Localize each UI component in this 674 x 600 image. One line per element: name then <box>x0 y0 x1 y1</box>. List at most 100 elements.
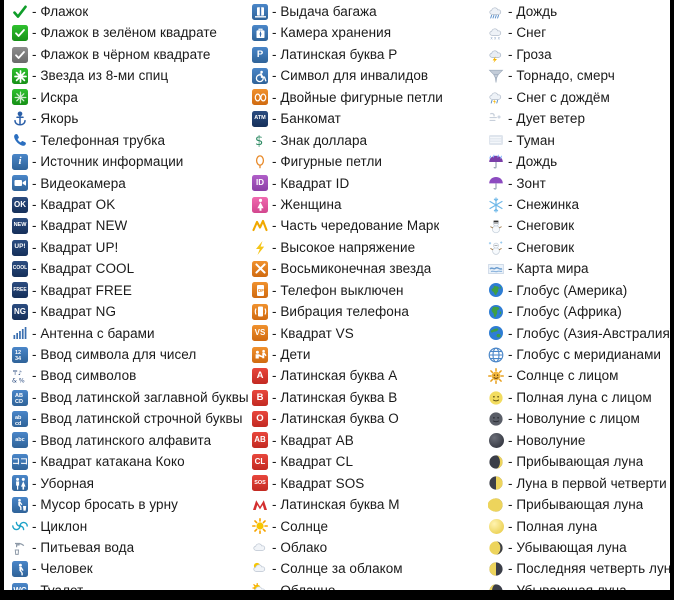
emoji-row: - Прибывающая луна <box>486 494 670 515</box>
emoji-row: - Туман <box>486 130 670 151</box>
emoji-label: - Выдача багажа <box>272 4 377 19</box>
circled-m-icon <box>250 496 270 514</box>
emoji-label: - Латинская буква P <box>272 46 398 62</box>
emoji-label: - Латинская буква M <box>272 497 400 513</box>
emoji-label: - Туман <box>508 132 555 148</box>
emoji-label: - Латинская буква O <box>272 411 399 427</box>
waning-gibbous-moon-icon <box>486 539 506 557</box>
emoji-label: - Снежинка <box>508 196 580 212</box>
emoji-label: - Часть чередование Марк <box>272 218 440 234</box>
emoji-row: - Глобус (Азия-Австралия) <box>486 323 670 344</box>
emoji-label: - Убывающая луна <box>508 539 627 555</box>
emoji-label: - Квадрат VS <box>272 325 354 341</box>
emoji-label: - Снег с дождём <box>508 89 610 105</box>
emoji-row: SOS - Квадрат SOS <box>250 473 470 494</box>
emoji-row: - Снежинка <box>486 194 670 215</box>
emoji-label: - Человек <box>32 561 93 577</box>
emoji-row: - Облако <box>250 537 470 558</box>
emoji-row: xxx- Снег <box>486 22 670 43</box>
emoji-label: - Ввод латинской строчной буквы <box>32 411 243 427</box>
negative-squared-ab-icon: AB <box>250 431 270 449</box>
emoji-label: - Фигурные петли <box>272 154 382 170</box>
snowman-icon <box>486 239 506 257</box>
emoji-row: - Флажок <box>10 1 250 22</box>
new-moon-with-face-icon <box>486 410 506 428</box>
emoji-label: - Полная луна <box>508 518 598 534</box>
cloud-icon <box>250 539 270 557</box>
emoji-label: - Новолуние с лицом <box>508 411 640 427</box>
emoji-row: - Звезда из 8-ми спиц <box>10 65 250 86</box>
emoji-label: - Дети <box>272 347 311 362</box>
emoji-row: CL - Квадрат CL <box>250 451 470 472</box>
emoji-label: - Флажок в чёрном квадрате <box>32 46 211 62</box>
emoji-row: 12 34- Ввод символа для чисел <box>10 344 250 365</box>
emoji-label: - Облачно <box>272 582 336 598</box>
emoji-row: - Двойные фигурные петли <box>250 87 470 108</box>
emoji-row: 〒♪ & % - Ввод символов <box>10 365 250 386</box>
emoji-row: - Снеговик <box>486 215 670 236</box>
emoji-row: - Глобус с меридианами <box>486 344 670 365</box>
emoji-label: - Флажок <box>32 4 89 19</box>
waning-crescent-moon-icon <box>486 582 506 590</box>
emoji-row: - Вибрация телефона <box>250 301 470 322</box>
emoji-label: - Вибрация телефона <box>272 304 409 320</box>
emoji-row: P- Латинская буква P <box>250 44 470 65</box>
emoji-row: - Дождь <box>486 151 670 172</box>
emoji-label: - Снеговик <box>508 218 575 234</box>
emoji-label: - Латинская буква A <box>272 368 398 384</box>
column-1: - Флажок - Флажок в зелёном квадрате - Фла… <box>4 0 250 598</box>
last-quarter-moon-icon <box>486 560 506 578</box>
negative-squared-p-icon: P <box>250 46 270 64</box>
emoji-row: - Дует ветер <box>486 108 670 129</box>
heavy-dollar-sign-icon: $ <box>250 131 270 149</box>
emoji-label: - Квадрат OK <box>32 196 116 212</box>
emoji-label: - Камера хранения <box>272 25 392 41</box>
emoji-label: - Символ для инвалидов <box>272 68 429 84</box>
check-mark-icon <box>10 3 30 21</box>
globe-asia-australia-icon <box>486 324 506 342</box>
emoji-label: - Карта мира <box>508 261 589 277</box>
ballot-box-with-check-icon <box>10 46 30 64</box>
first-quarter-moon-icon <box>486 474 506 492</box>
white-heavy-check-mark-icon <box>10 24 30 42</box>
emoji-label: - Звезда из 8-ми спиц <box>32 68 169 84</box>
emoji-row: - Глобус (Африка) <box>486 301 670 322</box>
emoji-label: - Луна в первой четверти <box>508 475 667 491</box>
emoji-row: - Циклон <box>10 516 250 537</box>
full-moon-icon <box>486 517 506 535</box>
emoji-row: NEW - Квадрат NEW <box>10 215 250 236</box>
input-symbols-icon: 〒♪ & % <box>10 367 30 385</box>
emoji-label: - Уборная <box>32 475 94 491</box>
emoji-reference-page: - Флажок - Флажок в зелёном квадрате - Фла… <box>0 0 674 600</box>
squared-new-icon: NEW <box>10 217 30 235</box>
svg-text:$: $ <box>255 134 263 148</box>
emoji-label: - Антенна с барами <box>32 325 155 341</box>
squared-vs-icon: VS <box>250 324 270 342</box>
emoji-label: - Глобус (Африка) <box>508 304 622 320</box>
emoji-row: - Восьмиконечная звезда <box>250 258 470 279</box>
emoji-row: COOL - Квадрат COOL <box>10 258 250 279</box>
emoji-label: - Ввод символа для чисел <box>32 347 197 362</box>
svg-text:& %: & % <box>12 378 25 385</box>
squared-sos-icon: SOS <box>250 474 270 492</box>
emoji-row: - Снеговик <box>486 237 670 258</box>
emoji-row: - Искра <box>10 87 250 108</box>
curly-loop-icon <box>250 153 270 171</box>
squared-cool-icon: COOL <box>10 260 30 278</box>
squared-cl-icon: CL <box>250 453 270 471</box>
emoji-row: - Уборная <box>10 473 250 494</box>
emoji-label: - Источник информации <box>32 154 184 170</box>
automated-teller-machine-icon: ATM <box>250 110 270 128</box>
emoji-label: - Солнце <box>272 518 329 534</box>
emoji-label: - Ввод латинского алфавита <box>32 432 212 448</box>
emoji-row: ID - Квадрат ID <box>250 173 470 194</box>
emoji-label: - Квадрат UP! <box>32 239 119 255</box>
emoji-label: - Глобус (Азия-Австралия) <box>508 325 670 341</box>
emoji-label: - Солнце за облаком <box>272 561 403 577</box>
emoji-label: - Туалет <box>32 582 84 598</box>
sun-behind-small-cloud-icon <box>250 582 270 590</box>
emoji-row: - Дождь <box>486 1 670 22</box>
squared-katakana-koko-icon: ココ <box>10 453 30 471</box>
sparkle-icon <box>10 88 30 106</box>
emoji-row: B- Латинская буква B <box>250 387 470 408</box>
